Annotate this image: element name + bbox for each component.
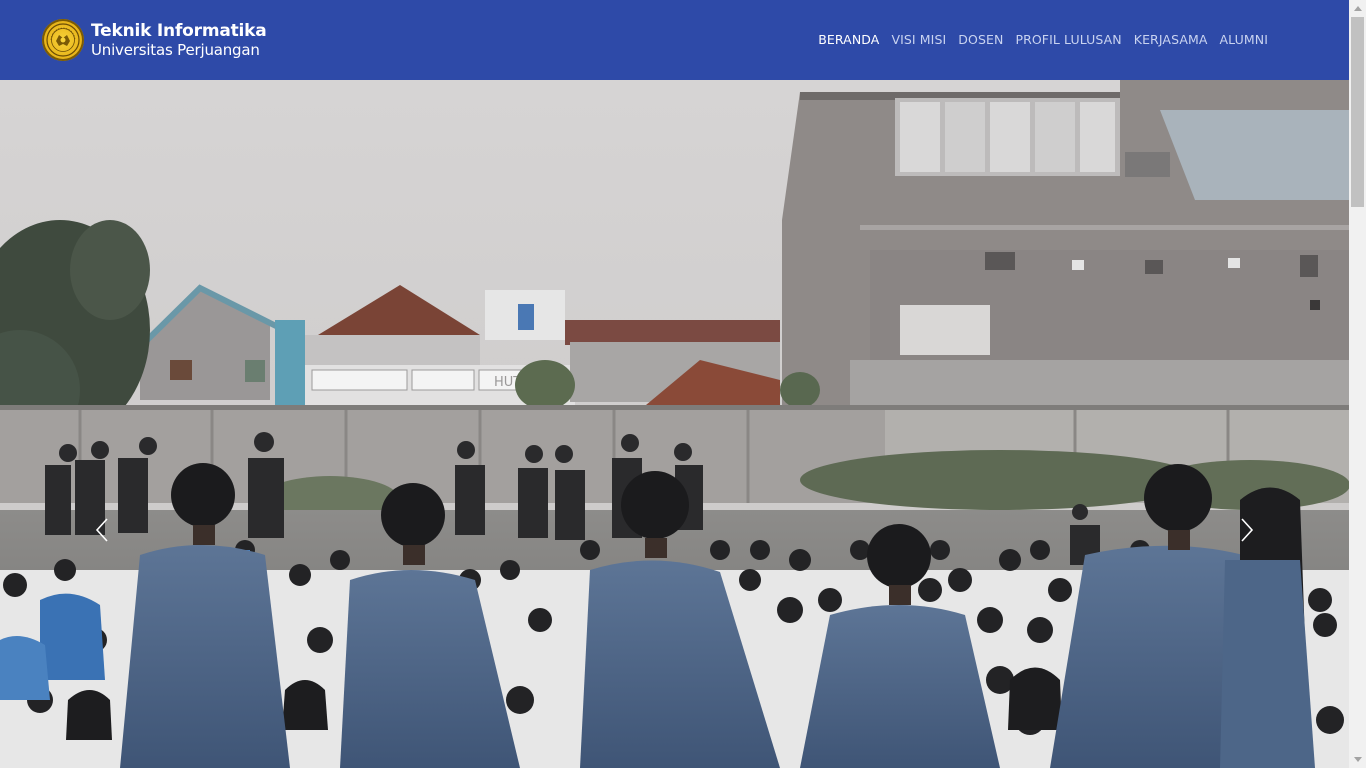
navbar: Teknik Informatika Universitas Perjuanga… (0, 0, 1349, 80)
brand-title: Teknik Informatika (91, 20, 267, 41)
nav-item-alumni: ALUMNI (1220, 31, 1268, 49)
nav-item-visi-misi: VISI MISI (891, 31, 946, 49)
brand-text: Teknik Informatika Universitas Perjuanga… (91, 20, 267, 59)
brand-subtitle: Universitas Perjuangan (91, 40, 260, 59)
page-scrollbar[interactable] (1349, 0, 1366, 768)
nav-link-beranda[interactable]: BERANDA (818, 32, 879, 47)
chevron-right-icon (1241, 518, 1254, 542)
hero-photo: HUT (0, 80, 1349, 768)
scroll-thumb[interactable] (1351, 17, 1364, 207)
nav-link-kerjasama[interactable]: KERJASAMA (1134, 32, 1208, 47)
university-seal-icon (42, 19, 84, 61)
nav-item-kerjasama: KERJASAMA (1134, 31, 1208, 49)
carousel-next-button[interactable] (1232, 510, 1262, 550)
page: Teknik Informatika Universitas Perjuanga… (0, 0, 1366, 768)
nav-link-visi-misi[interactable]: VISI MISI (891, 32, 946, 47)
nav-item-beranda: BERANDA (818, 31, 879, 49)
carousel-prev-button[interactable] (87, 510, 117, 550)
scroll-up-arrow-icon[interactable] (1349, 0, 1366, 17)
scroll-down-arrow-icon[interactable] (1349, 751, 1366, 768)
nav-item-dosen: DOSEN (958, 31, 1003, 49)
nav-link-dosen[interactable]: DOSEN (958, 32, 1003, 47)
chevron-left-icon (95, 518, 108, 542)
hero-carousel: HUT (0, 80, 1349, 768)
brand-link[interactable]: Teknik Informatika Universitas Perjuanga… (42, 18, 267, 62)
nav-link-alumni[interactable]: ALUMNI (1220, 32, 1268, 47)
nav-item-profil-lulusan: PROFIL LULUSAN (1015, 31, 1121, 49)
nav-link-profil-lulusan[interactable]: PROFIL LULUSAN (1015, 32, 1121, 47)
main-nav: BERANDA VISI MISI DOSEN PROFIL LULUSAN K… (818, 31, 1268, 49)
